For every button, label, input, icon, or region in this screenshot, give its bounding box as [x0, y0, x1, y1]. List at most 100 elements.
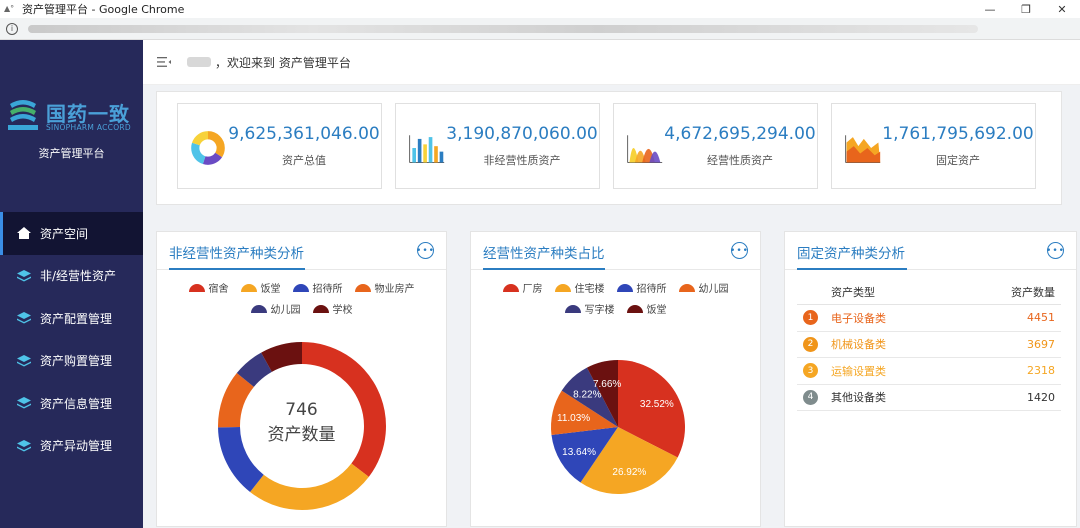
legend-item[interactable]: 宿舍	[188, 280, 229, 295]
stack-icon	[16, 396, 32, 410]
legend-item[interactable]: 住宅楼	[554, 280, 605, 295]
pie-chart: 32.52% 26.92% 13.64% 11.03% 8.22%7.66%	[551, 360, 685, 494]
stat-label: 资产总值	[282, 154, 326, 167]
info-icon[interactable]: i	[6, 22, 18, 35]
rank-cell: 2	[797, 336, 831, 352]
panel-title: 非经营性资产种类分析	[169, 246, 304, 262]
asset-type-cell: 电子设备类	[831, 311, 886, 325]
area-peaks-icon	[627, 135, 663, 163]
restore-button[interactable]: ❐	[1008, 0, 1044, 18]
sidebar-item[interactable]: 资产信息管理	[0, 382, 143, 425]
sidebar-item-label: 资产异动管理	[40, 439, 113, 454]
legend-label: 幼儿园	[270, 305, 301, 316]
panel-title-underline	[797, 268, 907, 270]
top-header: ，欢迎来到 资产管理平台	[143, 40, 1080, 85]
panel-title-underline	[169, 268, 305, 270]
legend-label: 写字楼	[584, 305, 615, 316]
window-title-bar: ▲° 资产管理平台 - Google Chrome — ❐ ✕	[0, 0, 1080, 18]
asset-type-cell: 运输设置类	[831, 364, 886, 378]
legend-label: 饭堂	[646, 305, 667, 316]
slice-label: 32.52%	[640, 399, 674, 410]
legend-swatch	[564, 304, 581, 313]
legend-label: 宿舍	[208, 284, 229, 295]
legend-item[interactable]: 饭堂	[240, 280, 281, 295]
legend-swatch	[678, 283, 695, 292]
stat-card-total: 9,625,361,046.00 资产总值	[177, 103, 382, 189]
legend-item[interactable]: 幼儿园	[678, 280, 729, 295]
legend-swatch	[616, 283, 633, 292]
sidebar-item[interactable]: 资产空间	[0, 212, 143, 255]
sidebar-item-label: 资产购置管理	[40, 354, 113, 369]
legend-item[interactable]: 厂房	[502, 280, 543, 295]
stack-icon	[16, 311, 32, 325]
close-button[interactable]: ✕	[1044, 0, 1080, 18]
stats-panel: 9,625,361,046.00 资产总值 3,190,870,060.00 非…	[156, 91, 1062, 205]
legend-item[interactable]: 招待所	[292, 280, 343, 295]
more-options-icon[interactable]: •••	[416, 242, 434, 259]
sidebar: 国药一致 SINOPHARM ACCORD 资产管理平台 资产空间 非/经营性资产…	[0, 40, 143, 528]
chart-legend: 厂房 住宅楼 招待所 幼儿园	[471, 280, 760, 295]
legend-label: 招待所	[636, 284, 667, 295]
legend-item[interactable]: 学校	[312, 301, 353, 316]
sidebar-item-label: 资产配置管理	[40, 311, 113, 326]
panel-title: 经营性资产种类占比	[483, 246, 605, 262]
table-row[interactable]: 1 电子设备类 4451	[797, 305, 1061, 332]
minimize-button[interactable]: —	[972, 0, 1008, 18]
sidebar-item[interactable]: 资产配置管理	[0, 297, 143, 340]
legend-item[interactable]: 幼儿园	[250, 301, 301, 316]
asset-type-cell: 机械设备类	[831, 338, 886, 352]
main-content: 9,625,361,046.00 资产总值 3,190,870,060.00 非…	[143, 85, 1080, 528]
username-blurred	[187, 57, 211, 67]
legend-swatch	[250, 304, 267, 313]
slice-label: 13.64%	[562, 447, 596, 458]
legend-swatch	[626, 304, 643, 313]
table-row[interactable]: 3 运输设置类 2318	[797, 358, 1061, 385]
panel-title: 固定资产种类分析	[797, 246, 905, 262]
more-options-icon[interactable]: •••	[730, 242, 748, 259]
chrome-app-icon: ▲°	[4, 4, 15, 13]
chart-legend: 幼儿园 学校	[157, 301, 446, 316]
panel-title-underline	[483, 268, 605, 270]
rank-cell: 4	[797, 389, 831, 405]
address-url-blurred[interactable]	[28, 24, 978, 33]
donut-center-label: 资产数量	[267, 425, 336, 445]
legend-item[interactable]: 物业房产	[354, 280, 415, 295]
table-row[interactable]: 2 机械设备类 3697	[797, 332, 1061, 358]
logo-english-name: SINOPHARM ACCORD	[46, 123, 132, 132]
pie-slice[interactable]	[250, 463, 369, 510]
legend-label: 学校	[332, 305, 353, 316]
legend-item[interactable]: 写字楼	[564, 301, 615, 316]
stack-icon	[16, 354, 32, 368]
home-icon	[16, 226, 32, 240]
slice-label: 8.22%	[573, 389, 601, 400]
legend-label: 饭堂	[260, 284, 281, 295]
type-column-header: 资产类型	[831, 286, 875, 299]
count-column-header: 资产数量	[1011, 286, 1055, 299]
legend-swatch	[240, 283, 257, 292]
slice-label: 7.66%	[593, 379, 621, 390]
sidebar-item[interactable]: 非/经营性资产	[0, 255, 143, 298]
asset-count-cell: 3697	[1027, 337, 1055, 351]
sidebar-menu: 资产空间非/经营性资产 资产配置管理 资产购置管理资产信息管理资产异动管理	[0, 212, 143, 467]
legend-swatch	[188, 283, 205, 292]
rank-cell: 1	[797, 310, 831, 326]
table-header: 资产类型 资产数量	[797, 280, 1061, 305]
legend-item[interactable]: 招待所	[616, 280, 667, 295]
sidebar-item-label: 非/经营性资产	[40, 269, 117, 284]
table-row[interactable]: 4 其他设备类 1420	[797, 385, 1061, 411]
asset-count-cell: 1420	[1027, 390, 1055, 404]
legend-swatch	[354, 283, 371, 292]
stack-icon	[16, 269, 32, 283]
address-bar[interactable]: i	[0, 18, 1080, 40]
mountain-chart-icon	[845, 135, 881, 163]
stat-value: 9,625,361,046.00	[228, 124, 380, 144]
collapse-menu-icon[interactable]	[157, 56, 171, 68]
sidebar-item[interactable]: 资产异动管理	[0, 425, 143, 468]
more-options-icon[interactable]: •••	[1046, 242, 1064, 259]
fixed-asset-panel: 固定资产种类分析 ••• 资产类型 资产数量 1 电子设备类 4451 2 机械设备类 3…	[784, 231, 1077, 527]
rank-badge: 3	[803, 363, 818, 379]
slice-label: 11.03%	[557, 413, 590, 424]
legend-item[interactable]: 饭堂	[626, 301, 667, 316]
sidebar-item[interactable]: 资产购置管理	[0, 340, 143, 383]
stat-value: 4,672,695,294.00	[664, 124, 816, 144]
